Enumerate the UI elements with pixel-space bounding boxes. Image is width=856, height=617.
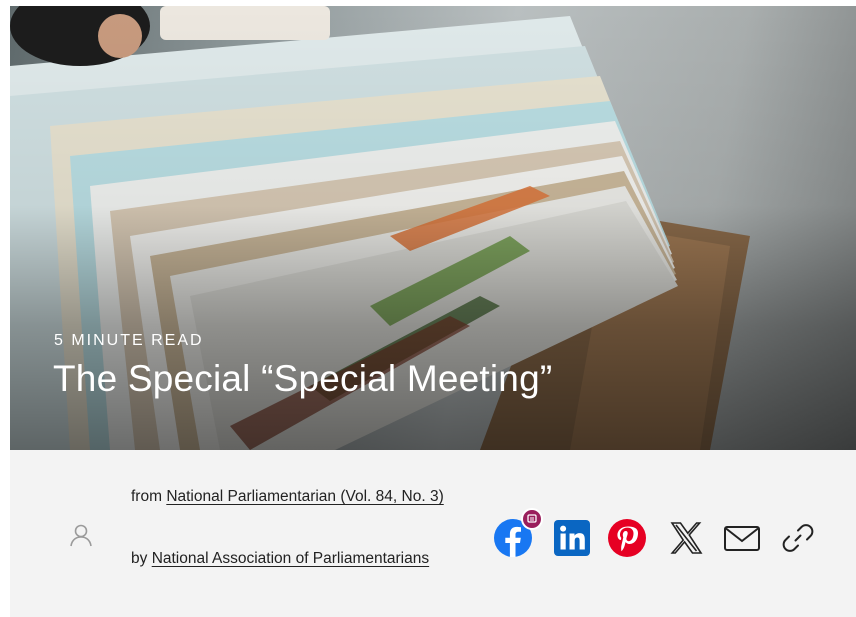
- hero-image[interactable]: 5 MINUTE READ The Special “Special Meeti…: [10, 6, 856, 450]
- pinterest-share-button[interactable]: [607, 518, 647, 558]
- email-icon: [724, 526, 760, 551]
- author-prefix: by: [131, 550, 152, 567]
- author-byline: by National Association of Parliamentari…: [131, 546, 451, 571]
- pinterest-icon: [608, 519, 646, 557]
- link-icon: [782, 524, 814, 552]
- author-link[interactable]: National Association of Parliamentarians: [152, 550, 429, 567]
- article-meta: from National Parliamentarian (Vol. 84, …: [10, 450, 856, 617]
- article-title[interactable]: The Special “Special Meeting”: [53, 358, 552, 400]
- facebook-share-button[interactable]: [493, 508, 543, 558]
- article-card: 5 MINUTE READ The Special “Special Meeti…: [10, 6, 856, 617]
- publication-link[interactable]: National Parliamentarian (Vol. 84, No. 3…: [166, 488, 443, 505]
- x-icon: [670, 522, 703, 554]
- copy-link-button[interactable]: [778, 518, 818, 558]
- source-prefix: from: [131, 488, 167, 505]
- notification-badge: [521, 508, 543, 530]
- linkedin-share-button[interactable]: [552, 518, 592, 558]
- user-icon: [68, 522, 94, 548]
- linkedin-icon: [554, 520, 590, 556]
- x-share-button[interactable]: [666, 518, 706, 558]
- publication-source: from National Parliamentarian (Vol. 84, …: [131, 484, 451, 509]
- read-time: 5 MINUTE READ: [54, 332, 204, 349]
- email-share-button[interactable]: [722, 518, 762, 558]
